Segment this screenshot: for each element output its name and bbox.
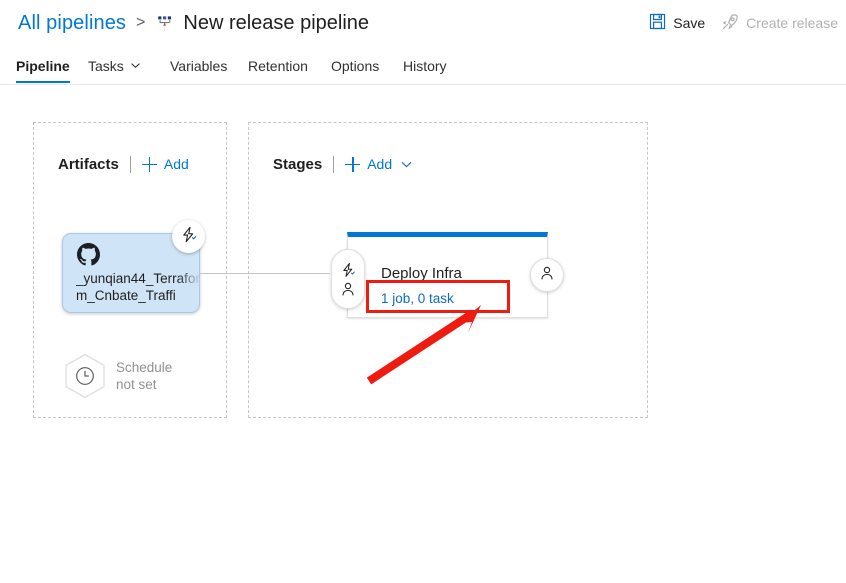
tab-history[interactable]: History	[403, 48, 447, 83]
save-icon	[649, 13, 673, 33]
add-stage-label: Add	[367, 156, 393, 172]
stage-jobs-tasks-link[interactable]: 1 job, 0 task	[381, 291, 454, 306]
schedule-status-label: Schedule not set	[116, 359, 172, 393]
tab-options-label: Options	[331, 57, 380, 74]
artifact-continuous-deployment-trigger-button[interactable]	[172, 220, 205, 253]
schedule-trigger-node[interactable]: Schedule not set	[62, 352, 172, 400]
pre-deployment-conditions-pill[interactable]	[331, 249, 365, 309]
save-button[interactable]: Save	[641, 8, 713, 38]
tab-tasks[interactable]: Tasks	[88, 48, 141, 83]
lightning-bolt-icon	[180, 226, 197, 248]
tab-retention[interactable]: Retention	[248, 48, 308, 83]
stages-panel-title: Stages	[273, 155, 323, 173]
stages-panel-header: Stages Add	[273, 153, 413, 175]
tab-pipeline[interactable]: Pipeline	[16, 48, 70, 83]
page-title-group: New release pipeline	[155, 12, 369, 35]
rocket-icon	[721, 13, 746, 34]
person-icon	[539, 265, 555, 286]
tab-options[interactable]: Options	[331, 48, 379, 83]
post-deployment-conditions-button[interactable]	[530, 258, 564, 292]
add-stage-chevron-down-icon[interactable]	[400, 158, 413, 171]
chevron-down-icon	[130, 58, 141, 74]
tab-variables-label: Variables	[170, 57, 228, 74]
page-header: All pipelines > New release pipeline Sav…	[0, 0, 846, 46]
clock-icon	[62, 352, 108, 400]
tab-pipeline-label: Pipeline	[16, 57, 70, 74]
header-action-bar: Save Create release	[641, 8, 846, 38]
breadcrumb-separator: >	[136, 14, 146, 31]
breadcrumb: All pipelines > New release pipeline	[18, 6, 369, 40]
divider	[129, 155, 131, 173]
tab-history-label: History	[403, 57, 447, 74]
artifact-name: _yunqian44_Terraform_Cnbate_Traffi	[76, 271, 200, 303]
tab-variables[interactable]: Variables	[170, 48, 227, 83]
save-button-label: Save	[673, 15, 706, 31]
release-pipeline-icon	[155, 14, 175, 34]
artifact-to-stage-connector	[200, 273, 330, 274]
create-release-button-label: Create release	[746, 15, 838, 31]
add-artifact-label: Add	[163, 156, 189, 172]
page-title: New release pipeline	[183, 11, 370, 34]
tab-tasks-label: Tasks	[88, 57, 124, 74]
add-artifact-button[interactable]: Add	[141, 156, 189, 172]
tab-bar: Pipeline Tasks Variables Retention Optio…	[0, 48, 846, 85]
person-icon[interactable]	[340, 281, 356, 297]
lightning-bolt-icon[interactable]	[340, 262, 356, 278]
stage-card-deploy-infra[interactable]: Deploy Infra 1 job, 0 task	[347, 232, 548, 318]
breadcrumb-all-pipelines-link[interactable]: All pipelines	[18, 12, 126, 35]
artifacts-panel-title: Artifacts	[58, 155, 119, 173]
stage-name: Deploy Infra	[381, 265, 462, 282]
schedule-line-1: Schedule	[116, 360, 173, 375]
create-release-button[interactable]: Create release	[713, 8, 846, 38]
schedule-line-2: not set	[116, 377, 157, 392]
plus-icon	[345, 156, 361, 172]
github-icon	[77, 243, 100, 271]
tab-retention-label: Retention	[248, 57, 308, 74]
artifacts-panel-header: Artifacts Add	[58, 153, 189, 175]
plus-icon	[141, 156, 157, 172]
add-stage-button[interactable]: Add	[345, 156, 392, 172]
divider	[333, 155, 335, 173]
